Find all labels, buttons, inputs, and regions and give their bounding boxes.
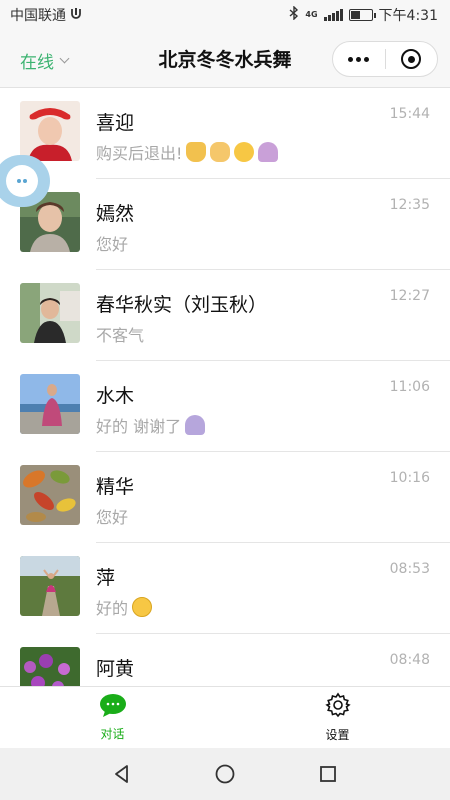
- system-nav-bar: [0, 748, 450, 800]
- chat-preview-text: 不客气: [96, 326, 145, 345]
- chat-time: 15:44: [389, 106, 430, 122]
- tab-chat[interactable]: 对话: [0, 687, 225, 748]
- clock-time: 下午4:31: [378, 8, 438, 24]
- chat-preview: 您好: [96, 504, 128, 528]
- avatar: [20, 556, 80, 616]
- chat-list[interactable]: 喜迎 15:44 购买后退出! 嫣然 12:35 您好 春华秋实（刘玉秋） 12…: [0, 88, 450, 686]
- avatar: [20, 465, 80, 525]
- chat-item[interactable]: 萍 08:53 好的: [0, 543, 450, 634]
- home-button[interactable]: [205, 754, 245, 794]
- chat-time: 11:06: [389, 379, 430, 395]
- chat-name: 春华秋实（刘玉秋）: [96, 294, 268, 316]
- network-type: 4G: [305, 10, 318, 19]
- chat-item[interactable]: 嫣然 12:35 您好: [0, 179, 450, 270]
- praying-hands-icon: [185, 415, 206, 435]
- app-header: 在线 北京冬冬水兵舞: [0, 30, 450, 88]
- chat-preview-text: 您好: [96, 235, 129, 254]
- chat-preview: 好的 谢谢了: [96, 413, 206, 437]
- chat-time: 12:27: [389, 288, 430, 304]
- target-circle-icon: [401, 49, 422, 69]
- chat-item[interactable]: 春华秋实（刘玉秋） 12:27 不客气: [0, 270, 450, 361]
- chat-time: 12:35: [389, 197, 430, 213]
- battery-icon: [348, 9, 376, 21]
- chat-preview: 购买后退出!: [96, 140, 279, 164]
- chat-name: 阿黄: [96, 658, 135, 680]
- more-dots-icon: [348, 56, 370, 62]
- close-mini-program-button[interactable]: [386, 42, 438, 76]
- chat-name: 喜迎: [96, 112, 135, 134]
- chat-preview-text: 好的: [96, 599, 129, 618]
- avatar: [20, 374, 80, 434]
- tab-settings-label: 设置: [325, 728, 350, 742]
- recent-square-icon: [320, 766, 337, 782]
- chat-item[interactable]: 水木 11:06 好的 谢谢了: [0, 361, 450, 452]
- status-right: 4G 下午4:31: [289, 5, 438, 25]
- recent-apps-button[interactable]: [308, 754, 348, 794]
- chat-preview-text: 您好: [96, 508, 129, 527]
- floating-dots-icon: [6, 165, 38, 197]
- usb-icon: [70, 7, 82, 23]
- avatar: [20, 101, 80, 161]
- praying-hands-icon: [258, 142, 279, 162]
- avatar: [20, 283, 80, 343]
- chat-item[interactable]: 阿黄 08:48: [0, 634, 450, 686]
- tab-bar: 对话 设置: [0, 686, 450, 748]
- chat-preview: 不客气: [96, 322, 144, 346]
- chat-preview-text: 好的 谢谢了: [96, 417, 182, 436]
- ok-hand-icon: [210, 142, 231, 162]
- signal-strength-icon: [323, 9, 343, 21]
- mini-program-capsule: [332, 41, 438, 77]
- thinking-face-icon: [234, 142, 255, 162]
- chat-preview: 您好: [96, 231, 128, 255]
- avatar: [20, 647, 80, 686]
- back-triangle-icon: [114, 765, 128, 783]
- chat-name: 嫣然: [96, 203, 135, 225]
- tab-settings[interactable]: 设置: [225, 687, 450, 748]
- home-circle-icon: [215, 764, 235, 784]
- chat-time: 10:16: [389, 470, 430, 486]
- more-options-button[interactable]: [333, 42, 385, 76]
- chat-preview: 好的: [96, 595, 153, 619]
- chat-bubble-icon: [99, 693, 127, 721]
- status-left: 中国联通: [10, 5, 82, 25]
- bluetooth-icon: [289, 5, 299, 24]
- floating-assistant-button[interactable]: [0, 155, 50, 207]
- chat-time: 08:53: [389, 561, 430, 577]
- chat-preview-text: 购买后退出!: [96, 144, 183, 163]
- back-button[interactable]: [102, 754, 142, 794]
- chat-name: 精华: [96, 476, 135, 498]
- thumbs-up-icon: [186, 142, 207, 162]
- status-bar: 中国联通 4G 下午4:31: [0, 0, 450, 30]
- chat-item[interactable]: 喜迎 15:44 购买后退出!: [0, 88, 450, 179]
- smiling-face-icon: [132, 597, 153, 617]
- chat-name: 萍: [96, 567, 116, 589]
- gear-icon: [324, 692, 351, 722]
- carrier-name: 中国联通: [10, 8, 66, 24]
- chat-item[interactable]: 精华 10:16 您好: [0, 452, 450, 543]
- chat-name: 水木: [96, 385, 135, 407]
- chat-time: 08:48: [389, 652, 430, 668]
- tab-chat-label: 对话: [100, 727, 125, 741]
